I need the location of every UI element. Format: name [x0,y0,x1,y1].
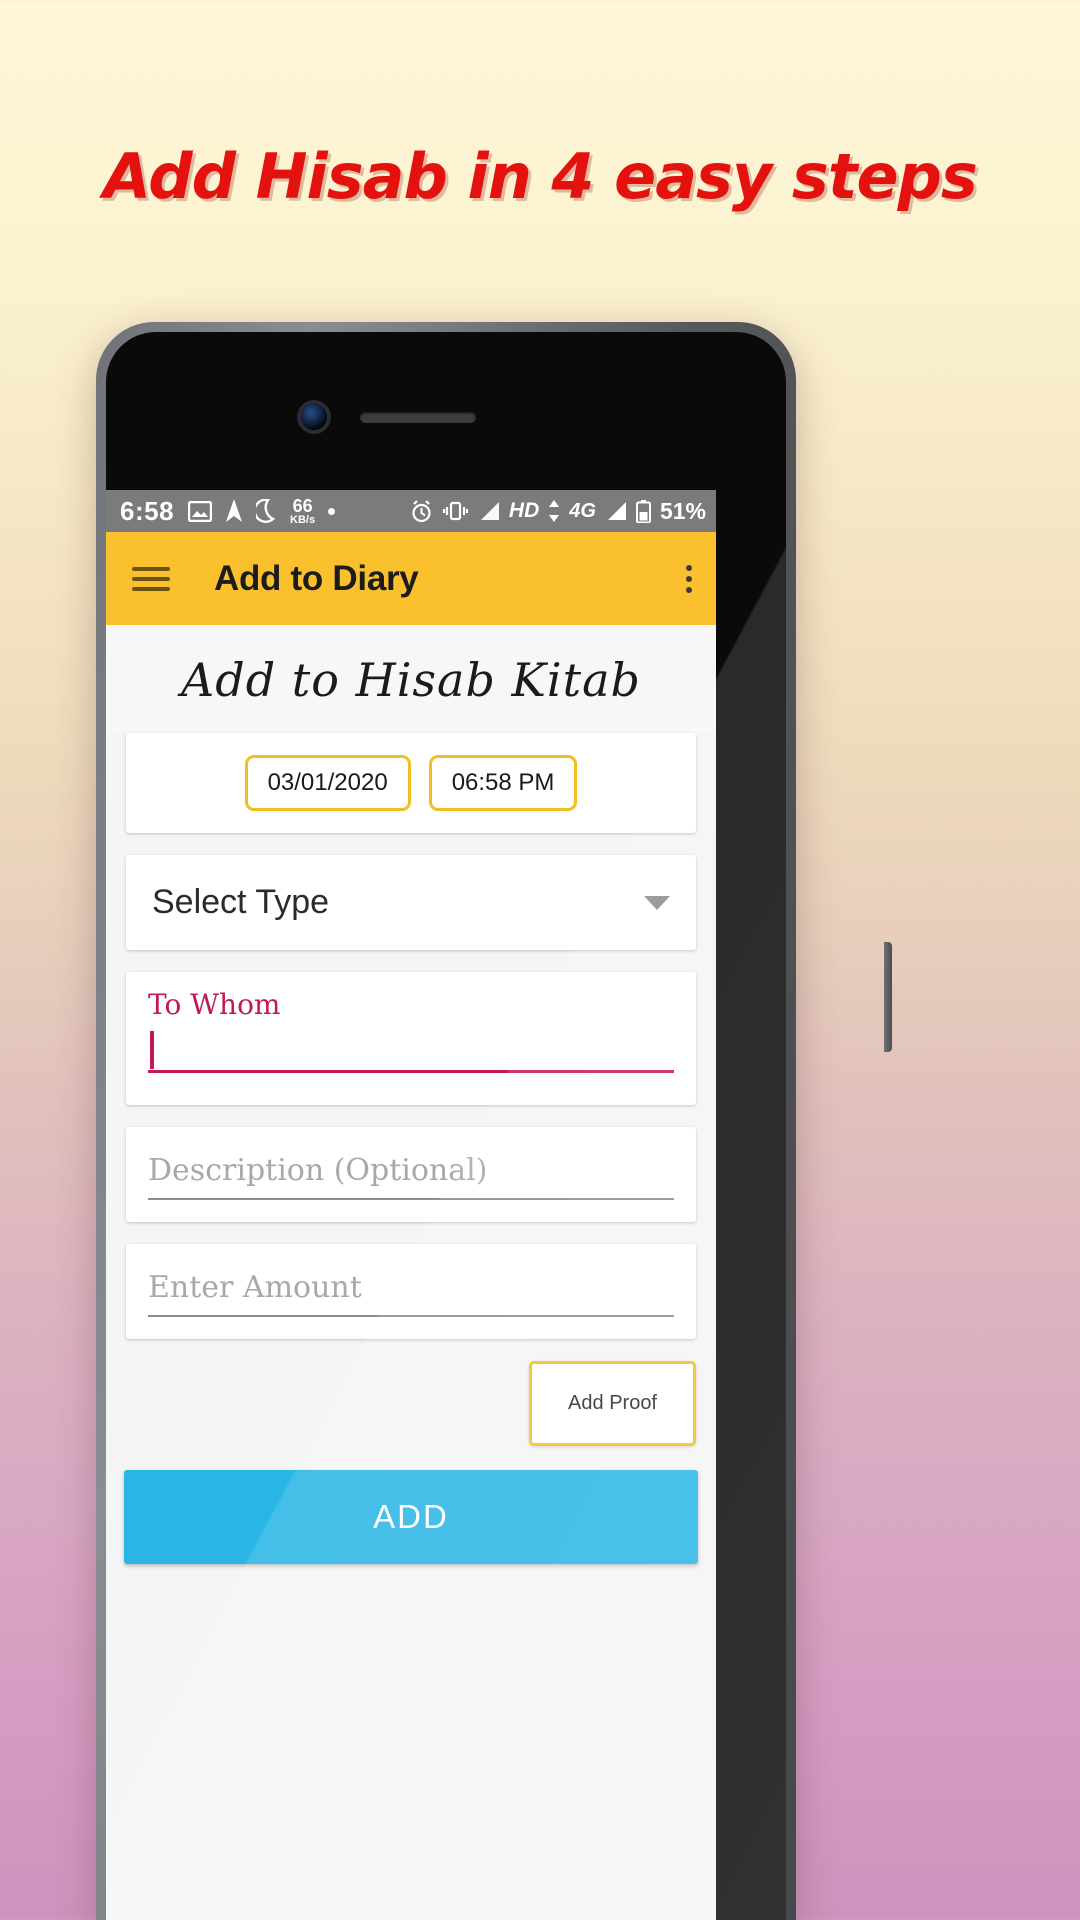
add-proof-button[interactable]: Add Proof [529,1361,696,1446]
status-left-icons: 66 KB/s [188,497,410,526]
form-content: Add to Hisab Kitab 03/01/2020 06:58 PM S… [106,625,716,1920]
vibrate-icon [442,500,469,522]
form-heading: Add to Hisab Kitab [106,625,716,733]
select-type-label: Select Type [152,883,330,921]
phone-mockup: 6:58 66 KB/s HD 4G 51% Add to Diary Add … [96,322,892,1920]
navigation-icon [225,499,243,523]
select-type-card[interactable]: Select Type [126,855,696,950]
hamburger-icon[interactable] [132,561,170,597]
front-camera-icon [301,404,327,430]
network-speed-unit: KB/s [290,513,316,526]
phone-screen-bezel: 6:58 66 KB/s HD 4G 51% Add to Diary Add … [106,332,786,1920]
network-speed-indicator: 66 KB/s [290,497,315,526]
amount-card[interactable]: Enter Amount [126,1244,696,1339]
text-cursor [150,1031,154,1069]
status-time: 6:58 [120,495,175,526]
amount-input[interactable]: Enter Amount [126,1244,696,1315]
status-right-icons: HD 4G 51% [410,498,706,525]
chevron-down-icon[interactable] [644,895,670,910]
time-picker-button[interactable]: 06:58 PM [428,755,578,811]
moon-icon [256,499,277,523]
kebab-menu-icon[interactable] [686,560,692,598]
notification-dot-icon [328,507,336,515]
to-whom-input[interactable] [148,1027,674,1073]
to-whom-card[interactable]: To Whom [126,972,696,1105]
datetime-card: 03/01/2020 06:58 PM [126,733,696,833]
add-button[interactable]: ADD [124,1470,698,1564]
signal-icon [478,501,500,521]
battery-percent: 51% [659,497,706,524]
alarm-icon [410,499,433,523]
date-picker-button[interactable]: 03/01/2020 [244,755,411,811]
app-bar: Add to Diary [106,532,716,625]
data-arrows-icon [548,500,560,522]
battery-icon [635,499,651,523]
device-screen: 6:58 66 KB/s HD 4G 51% Add to Diary Add … [106,490,716,1920]
network-type-label: 4G [569,499,596,522]
description-card[interactable]: Description (Optional) [126,1127,696,1222]
hd-label: HD [508,499,540,522]
earpiece-speaker [360,412,476,423]
promo-headline: Add Hisab in 4 easy steps [103,140,978,213]
add-proof-row: Add Proof [106,1361,716,1446]
description-input[interactable]: Description (Optional) [126,1127,696,1198]
status-bar: 6:58 66 KB/s HD 4G 51% [106,490,716,532]
signal-bars-icon [605,501,627,521]
to-whom-label: To Whom [148,988,281,1021]
page-title: Add to Diary [214,558,419,598]
network-speed-value: 66 [292,495,313,516]
phone-button-right-1 [884,942,892,1052]
image-icon [188,500,213,522]
